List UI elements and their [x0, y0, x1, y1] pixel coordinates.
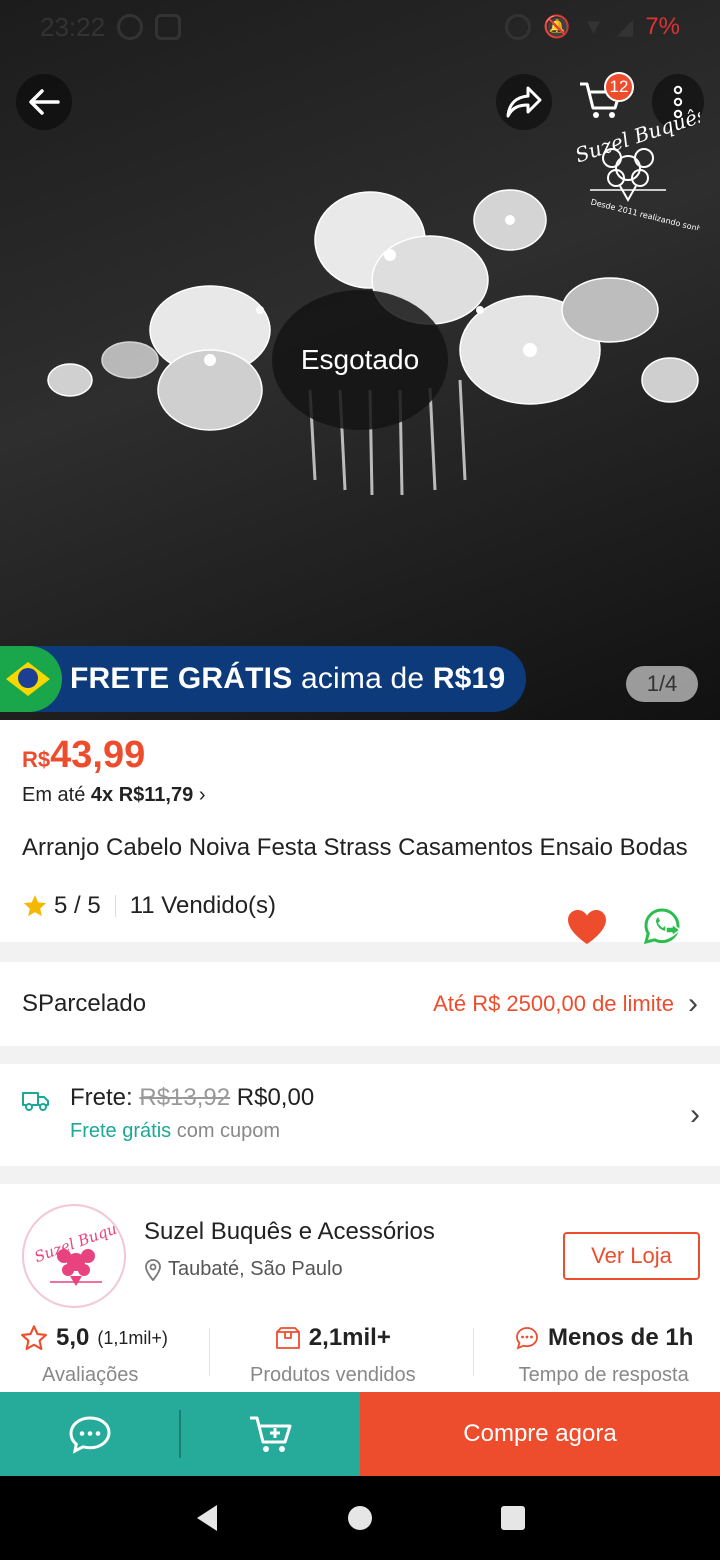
product-price: R$43,99 [22, 734, 146, 776]
add-to-cart-button[interactable] [181, 1392, 360, 1476]
shop-avatar[interactable]: Suzel Buquês [22, 1204, 126, 1308]
brazil-flag-icon [0, 646, 62, 712]
shipping-free-note: Frete grátis com cupom [70, 1120, 281, 1142]
arrow-left-icon [29, 89, 60, 115]
share-icon [506, 86, 542, 118]
shop-card: Suzel Buquês Suzel Buquês e Acessórios T… [0, 1184, 720, 1394]
back-button[interactable] [16, 74, 72, 130]
instagram-notification-icon [155, 14, 182, 40]
chat-icon [68, 1416, 111, 1454]
shipping-price: Frete: R$13,92 R$0,00 [70, 1084, 315, 1111]
battery-level: 7% [645, 13, 680, 40]
shop-products-sold-stat: 2,1mil+ Produtos vendidos [250, 1324, 416, 1386]
installments-link[interactable]: Em até 4x R$11,79 › [22, 784, 205, 807]
home-circle-icon[interactable] [346, 1504, 374, 1532]
product-title: Arranjo Cabelo Noiva Festa Strass Casame… [22, 834, 688, 861]
rating-value: 5 / 5 [54, 892, 101, 919]
box-icon [275, 1327, 300, 1349]
wifi-icon: ▼ [582, 14, 605, 39]
star-icon [23, 895, 47, 917]
heart-icon[interactable] [566, 908, 608, 946]
system-navigation-bar [0, 1476, 720, 1560]
sold-out-badge: Esgotado [272, 290, 448, 430]
mute-icon: 🔕 [543, 14, 571, 39]
bottom-action-bar: Compre agora [0, 1392, 720, 1476]
shop-rating-stat: 5,0 (1,1mil+) Avaliações [20, 1324, 168, 1387]
brand-watermark: Suzel Buquês Desde 2011 realizando sonho… [560, 90, 711, 236]
chevron-right-icon: › [688, 987, 698, 1020]
back-triangle-icon[interactable] [193, 1503, 221, 1533]
share-button[interactable] [496, 74, 552, 130]
sold-count: 11 Vendido(s) [129, 892, 277, 919]
signal-icon: ◢ [616, 14, 634, 39]
location-pin-icon [145, 1258, 161, 1281]
chat-bubble-icon [516, 1327, 538, 1350]
truck-icon [22, 1092, 49, 1111]
add-to-cart-icon [249, 1416, 291, 1452]
status-bar: 23:22 🔕 ▼ ◢ 7% [0, 0, 720, 54]
whatsapp-notification-icon [117, 14, 144, 40]
status-time: 23:22 [40, 11, 106, 42]
whatsapp-share-icon[interactable] [642, 906, 686, 948]
shipping-row[interactable]: Frete: R$13,92 R$0,00 Frete grátis com c… [0, 1064, 720, 1166]
chevron-right-icon: › [690, 1098, 700, 1131]
rating-row: 5 / 5 11 Vendido(s) [22, 892, 276, 920]
brand-tagline: Desde 2011 realizando sonhos [590, 197, 700, 230]
sparcelado-label: SParcelado [22, 990, 147, 1017]
star-outline-icon [21, 1325, 47, 1351]
image-pager: 1/4 [626, 666, 698, 702]
recents-square-icon[interactable] [499, 1504, 527, 1532]
shop-name: Suzel Buquês e Acessórios [144, 1218, 435, 1245]
buy-now-button[interactable]: Compre agora [360, 1392, 720, 1476]
shop-response-time-stat: Menos de 1h Tempo de resposta [514, 1324, 693, 1387]
promo-text: FRETE GRÁTIS acima de R$19 [70, 662, 506, 695]
product-info-card: R$43,99 Em até 4x R$11,79 › Arranjo Cabe… [0, 720, 720, 945]
brand-watermark-text: Suzel Buquês [572, 102, 700, 167]
sparcelado-limit: Até R$ 2500,00 de limite [433, 991, 674, 1016]
chat-button[interactable] [0, 1392, 179, 1476]
alarm-icon [505, 14, 532, 40]
product-image-gallery[interactable]: 23:22 🔕 ▼ ◢ 7% 12 Suzel Buquês Desde 201… [0, 0, 720, 720]
shop-location: Taubaté, São Paulo [144, 1258, 343, 1281]
visit-shop-button[interactable]: Ver Loja [563, 1232, 700, 1280]
sparcelado-row[interactable]: SParcelado Até R$ 2500,00 de limite › [0, 962, 720, 1046]
free-shipping-banner: FRETE GRÁTIS acima de R$19 [0, 646, 526, 712]
